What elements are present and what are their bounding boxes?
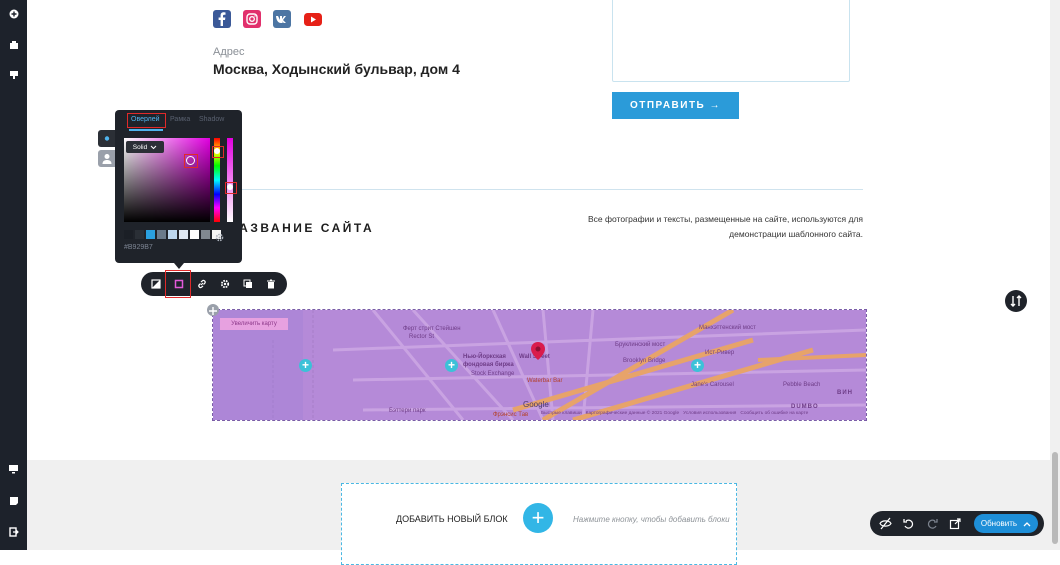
color-mode-chip[interactable]: [98, 130, 115, 147]
copy-icon[interactable]: [238, 274, 258, 294]
chevron-down-icon: [150, 145, 157, 149]
map-label-brooklyn-2: Brooklyn Bridge: [623, 358, 666, 364]
hue-handle[interactable]: [214, 148, 220, 154]
chevron-up-icon: [1023, 521, 1031, 526]
map-label-janes: Jane's Carousel: [691, 382, 734, 388]
map-label-waterbar: Waterbar Bar: [527, 378, 563, 384]
send-button[interactable]: ОТПРАВИТЬ →: [612, 92, 739, 119]
scrollbar-thumb[interactable]: [1052, 452, 1058, 544]
fill-mode-select[interactable]: Solid: [126, 141, 164, 153]
gear-icon[interactable]: [215, 229, 224, 247]
address-label: Адрес: [213, 46, 245, 58]
map-label-east-river: Ист-Ривер: [705, 350, 735, 356]
link-icon[interactable]: [192, 274, 212, 294]
vk-icon[interactable]: [273, 10, 291, 28]
add-element-button[interactable]: +: [445, 359, 458, 372]
tab-shadow[interactable]: Shadow: [199, 116, 224, 123]
undo-icon[interactable]: [902, 517, 915, 535]
component-icon[interactable]: [0, 63, 27, 87]
eye-off-icon[interactable]: [879, 517, 892, 535]
map-credits: Быстрые клавиши Картографические данные …: [541, 411, 809, 416]
update-button-label: Обновить: [980, 519, 1018, 528]
overlay-icon[interactable]: [146, 274, 166, 294]
popup-arrow: [174, 263, 184, 269]
box-icon[interactable]: [0, 33, 27, 57]
alpha-slider[interactable]: [227, 138, 233, 222]
update-button[interactable]: Обновить: [974, 514, 1038, 533]
monitor-icon[interactable]: [0, 457, 27, 481]
swatch-7[interactable]: [190, 230, 199, 239]
map-label-pebble: Pebble Beach: [783, 382, 821, 388]
add-element-button[interactable]: +: [691, 359, 704, 372]
map-label-vin: ВИН: [837, 390, 853, 396]
add-block-hint: Нажмите кнопку, чтобы добавить блоки: [573, 515, 730, 524]
element-toolbar: [141, 270, 287, 298]
tab-overlay[interactable]: Оверлей: [131, 116, 160, 123]
message-textarea[interactable]: [612, 0, 850, 82]
footer-divider: [213, 189, 863, 190]
map-label-manhattan: Манхэттенский мост: [699, 325, 756, 331]
map-label-nyse-2: фондовая биржа: [463, 362, 514, 368]
left-rail: [0, 0, 27, 550]
publish-toolbar: Обновить: [870, 511, 1044, 536]
footer-note: Все фотографии и тексты, размещенные на …: [560, 212, 863, 242]
swatch-6[interactable]: [179, 230, 188, 239]
swatch-4[interactable]: [157, 230, 166, 239]
map-label-francis: Фрэнсис Тав: [493, 412, 529, 418]
swatch-2[interactable]: [135, 230, 144, 239]
swap-icon[interactable]: [1005, 290, 1027, 312]
border-icon[interactable]: [169, 274, 189, 294]
address-value: Москва, Ходынский бульвар, дом 4: [213, 61, 460, 77]
exit-icon[interactable]: [0, 520, 27, 544]
redo-icon[interactable]: [926, 517, 939, 535]
google-logo: Google: [523, 400, 549, 409]
color-cursor[interactable]: [186, 156, 195, 165]
add-element-button[interactable]: +: [299, 359, 312, 372]
map-label-rector: Rector St: [409, 334, 435, 340]
footer-note-line1: Все фотографии и тексты, размещенные на …: [588, 214, 863, 224]
footer-note-line2: демонстрации шаблонного сайта.: [729, 229, 863, 239]
plus-circle-icon[interactable]: [0, 2, 27, 26]
map-label-station: Ферт стрит Стейшен: [403, 326, 461, 332]
map-pin-icon: [531, 342, 545, 365]
map-block[interactable]: Увеличить карту Ферт стрит Стейшен Recto…: [212, 309, 867, 421]
user-icon[interactable]: [98, 150, 115, 167]
trash-icon[interactable]: [261, 274, 281, 294]
enlarge-map-button[interactable]: Увеличить карту: [220, 318, 288, 330]
swatch-5[interactable]: [168, 230, 177, 239]
swatch-1[interactable]: [124, 230, 133, 239]
color-picker-popup: Оверлей Рамка Shadow Solid #B929B7: [115, 110, 242, 263]
gear-icon[interactable]: [215, 274, 235, 294]
site-title: НАЗВАНИЕ САЙТА: [228, 221, 375, 235]
page-icon[interactable]: [0, 489, 27, 513]
map-label-nyse: Нью-Йоркская: [463, 354, 506, 360]
swatch-8[interactable]: [201, 230, 210, 239]
external-link-icon[interactable]: [949, 517, 962, 535]
facebook-icon[interactable]: [213, 10, 231, 28]
page-scrollbar[interactable]: [1050, 0, 1060, 550]
active-tab-underline: [129, 129, 163, 131]
alpha-handle[interactable]: [227, 184, 233, 190]
drag-handle-icon[interactable]: [207, 304, 219, 316]
tab-border[interactable]: Рамка: [170, 116, 190, 123]
add-block-label: ДОБАВИТЬ НОВЫЙ БЛОК: [396, 514, 508, 524]
instagram-icon[interactable]: [243, 10, 261, 28]
swatch-3[interactable]: [146, 230, 155, 239]
add-block-button[interactable]: +: [523, 503, 553, 533]
map-label-battery: Бэттери парк: [389, 408, 426, 414]
map-label-nyse-3: Stock Exchange: [471, 371, 515, 377]
map-label-brooklyn: Бруклинский мост: [615, 342, 666, 348]
youtube-icon[interactable]: [303, 10, 323, 28]
hex-value[interactable]: #B929B7: [124, 244, 153, 251]
fill-mode-label: Solid: [132, 143, 148, 151]
map-label-dumbo: DUMBO: [791, 404, 819, 410]
